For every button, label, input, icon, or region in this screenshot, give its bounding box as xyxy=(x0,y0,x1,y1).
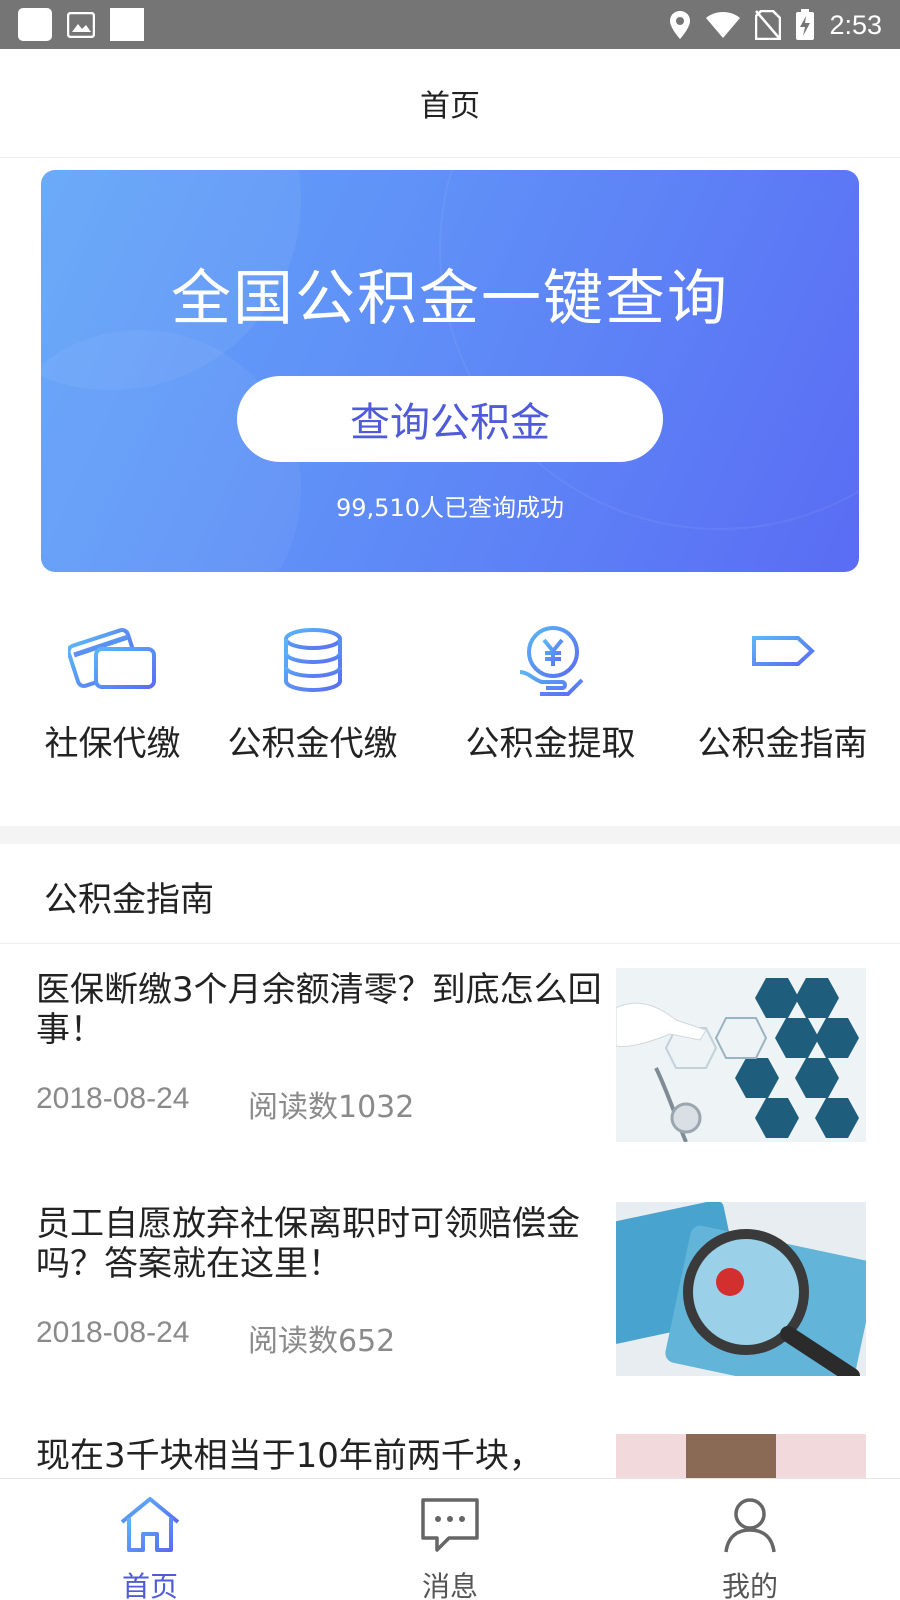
quick-action-fund-payment[interactable]: 公积金代缴 xyxy=(200,620,425,765)
article-date: 2018-08-24 xyxy=(36,1316,190,1349)
article-thumbnail-social-card xyxy=(616,1202,866,1376)
bottom-navigation: 首页 消息 我的 xyxy=(0,1478,900,1600)
message-icon xyxy=(375,1493,525,1557)
card-icon xyxy=(0,620,225,700)
quick-action-label: 公积金代缴 xyxy=(227,724,398,764)
nav-messages[interactable]: 消息 xyxy=(375,1493,525,1600)
quick-action-fund-withdraw[interactable]: 公积金提取 xyxy=(438,620,663,765)
system-icons: 2:53 xyxy=(669,6,882,44)
app-notification-icon xyxy=(18,8,52,41)
page-title: 首页 xyxy=(420,89,480,124)
article-title: 现在3千块相当于10年前两千块， xyxy=(36,1436,543,1476)
nav-profile[interactable]: 我的 xyxy=(675,1493,825,1600)
image-notification-icon xyxy=(66,10,96,40)
nav-home[interactable]: 首页 xyxy=(75,1493,225,1600)
nav-label: 首页 xyxy=(121,1570,178,1600)
guide-section-header: 公积金指南 xyxy=(0,844,900,944)
query-banner: 全国公积金一键查询 查询公积金 99,510人已查询成功 xyxy=(41,170,859,572)
square-notification-icon xyxy=(110,8,144,41)
query-fund-button[interactable]: 查询公积金 xyxy=(237,376,663,462)
app-screen: 2:53 首页 全国公积金一键查询 查询公积金 99,510人已查询成功 社保代… xyxy=(0,0,900,1600)
wifi-icon xyxy=(706,12,741,38)
section-title: 公积金指南 xyxy=(44,880,214,920)
article-title: 员工自愿放弃社保离职时可领赔偿金吗？答案就在这里！ xyxy=(36,1204,580,1284)
home-icon xyxy=(75,1493,225,1557)
banner-title: 全国公积金一键查询 xyxy=(171,264,729,334)
article-item[interactable]: 员工自愿放弃社保离职时可领赔偿金吗？答案就在这里！ 2018-08-24 阅读数… xyxy=(0,1182,900,1382)
location-icon xyxy=(670,11,691,39)
article-date: 2018-08-24 xyxy=(36,1082,190,1115)
yuan-hand-icon xyxy=(438,620,663,700)
quick-action-label: 公积金提取 xyxy=(465,724,636,764)
notification-icons xyxy=(18,8,144,41)
article-read-count: 阅读数652 xyxy=(248,1324,396,1359)
clock: 2:53 xyxy=(829,9,882,40)
query-count-text: 99,510人已查询成功 xyxy=(336,494,564,522)
database-icon xyxy=(200,620,425,700)
quick-action-social-insurance[interactable]: 社保代缴 xyxy=(0,620,225,765)
user-icon xyxy=(675,1493,825,1557)
quick-action-fund-guide[interactable]: 公积金指南 xyxy=(670,620,895,765)
article-read-count: 阅读数1032 xyxy=(248,1090,415,1125)
quick-actions: 社保代缴 公积金代缴 公积金提取 公积金指南 xyxy=(0,620,900,780)
article-item[interactable]: 医保断缴3个月余额清零？到底怎么回事！ 2018-08-24 阅读数1032 xyxy=(0,948,900,1148)
battery-charging-icon xyxy=(796,9,815,40)
status-bar: 2:53 xyxy=(0,0,900,49)
quick-action-label: 公积金指南 xyxy=(697,724,868,764)
nav-label: 消息 xyxy=(421,1570,478,1600)
nav-label: 我的 xyxy=(721,1570,778,1600)
article-thumbnail-medical xyxy=(616,968,866,1142)
quick-action-label: 社保代缴 xyxy=(44,724,181,764)
banner-decoration xyxy=(439,170,859,530)
signpost-icon xyxy=(670,620,895,700)
section-divider xyxy=(0,826,900,844)
article-title: 医保断缴3个月余额清零？到底怎么回事！ xyxy=(36,970,602,1050)
top-app-bar: 首页 xyxy=(0,49,900,158)
no-sim-icon xyxy=(755,10,782,40)
